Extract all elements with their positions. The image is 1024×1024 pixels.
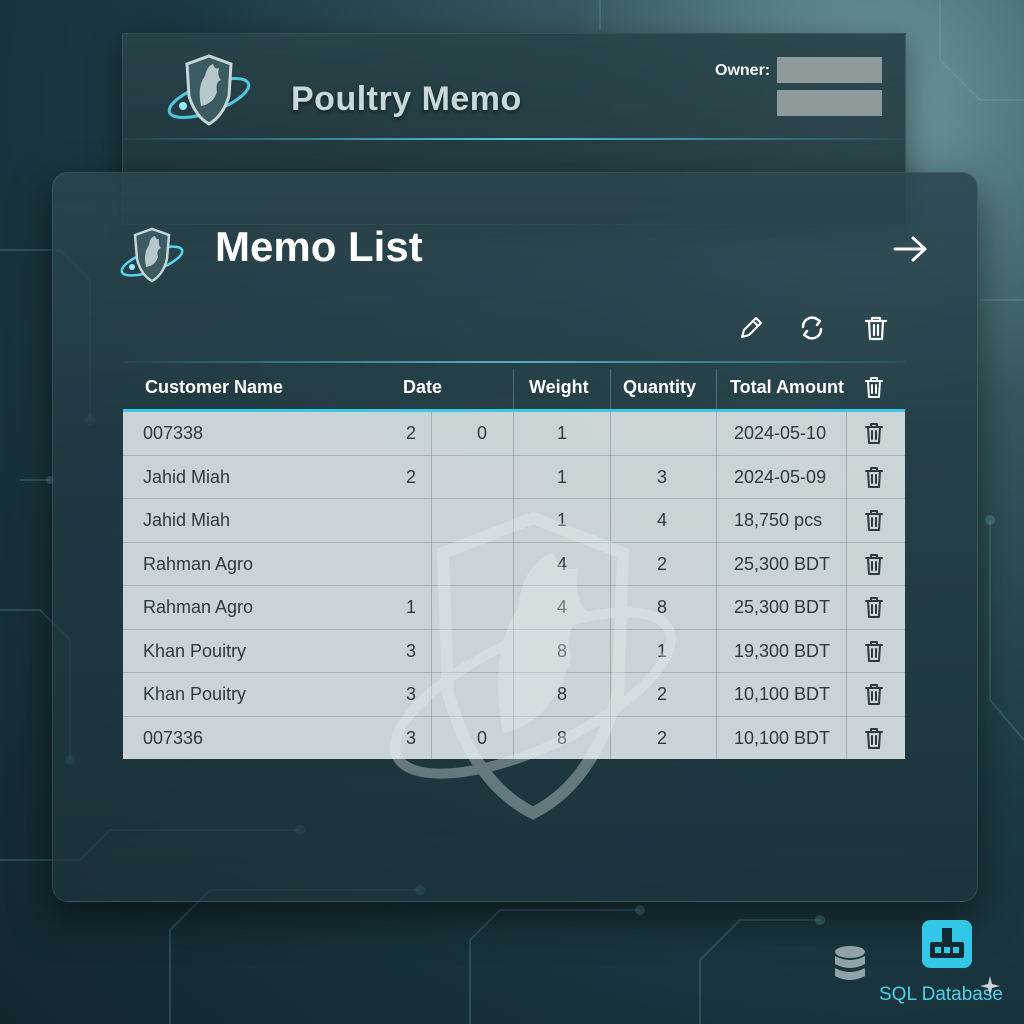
sparkle-icon bbox=[980, 976, 1000, 996]
total-amount-cell: 2024-05-10 bbox=[734, 423, 827, 443]
table-header: Customer Name Date Weight Quantity Total… bbox=[123, 363, 905, 412]
quantity-cell: 1 bbox=[657, 640, 668, 661]
total-amount-cell: 19,300 BDT bbox=[734, 640, 831, 661]
table-row[interactable]: 007338 2 0 1 2024-05-10 bbox=[123, 412, 905, 456]
date-cell: 2 bbox=[406, 466, 417, 487]
table-row[interactable]: Rahman Agro 1 4 8 25,300 BDT bbox=[123, 586, 905, 630]
date-cell: 2 bbox=[406, 423, 417, 443]
customer-name-cell: Khan Pouitry bbox=[143, 684, 247, 704]
owner-field[interactable] bbox=[777, 57, 882, 83]
weight-cell: 8 bbox=[557, 727, 568, 748]
trash-icon[interactable] bbox=[863, 595, 885, 619]
table-row[interactable]: Jahid Miah 1 4 18,750 pcs bbox=[123, 499, 905, 543]
trash-icon[interactable] bbox=[863, 726, 885, 750]
trash-icon[interactable] bbox=[863, 639, 885, 663]
table-row[interactable]: Khan Pouitry 3 8 1 19,300 BDT bbox=[123, 630, 905, 673]
quantity-cell: 4 bbox=[657, 510, 668, 530]
trash-icon[interactable] bbox=[863, 375, 885, 399]
total-amount-cell: 10,100 BDT bbox=[734, 727, 831, 748]
quantity-cell: 3 bbox=[657, 466, 668, 487]
trash-icon[interactable] bbox=[863, 465, 885, 489]
weight-cell: 1 bbox=[557, 423, 568, 443]
customer-name-cell: Rahman Agro bbox=[143, 597, 254, 617]
weight-cell: 1 bbox=[557, 510, 568, 530]
column-header[interactable]: Weight bbox=[529, 377, 589, 398]
total-amount-cell: 25,300 BDT bbox=[734, 553, 831, 574]
quantity-cell: 8 bbox=[657, 597, 668, 617]
customer-name-cell: Khan Pouitry bbox=[143, 640, 247, 661]
refresh-icon[interactable] bbox=[797, 313, 827, 343]
weight-cell: 4 bbox=[557, 553, 568, 574]
sql-database-icon[interactable] bbox=[920, 918, 974, 970]
customer-name-cell: 007336 bbox=[143, 727, 204, 748]
rooster-shield-logo-icon bbox=[167, 54, 251, 126]
app-title: Poultry Memo bbox=[291, 80, 522, 118]
pencil-icon[interactable] bbox=[736, 313, 766, 343]
rooster-shield-logo-icon bbox=[120, 227, 184, 283]
column-header[interactable]: Quantity bbox=[623, 377, 696, 398]
trash-icon[interactable] bbox=[863, 682, 885, 706]
date-cell: 0 bbox=[477, 423, 488, 443]
table-body: 007338 2 0 1 2024-05-10 Jahid Miah 2 1 3 2024-05-… bbox=[123, 412, 905, 759]
total-amount-cell: 10,100 BDT bbox=[734, 684, 831, 704]
weight-cell: 4 bbox=[557, 597, 568, 617]
weight-cell: 8 bbox=[557, 640, 568, 661]
table-row[interactable]: Jahid Miah 2 1 3 2024-05-09 bbox=[123, 456, 905, 499]
owner-field-secondary[interactable] bbox=[777, 90, 882, 116]
customer-name-cell: Jahid Miah bbox=[143, 466, 231, 487]
page-title: Memo List bbox=[215, 223, 423, 270]
header-divider bbox=[123, 138, 905, 140]
table-row[interactable]: Khan Pouitry 3 8 2 10,100 BDT bbox=[123, 673, 905, 717]
table-row[interactable]: Rahman Agro 4 2 25,300 BDT bbox=[123, 543, 905, 586]
column-header[interactable]: Total Amount bbox=[730, 377, 844, 398]
quantity-cell: 2 bbox=[657, 684, 668, 704]
total-amount-cell: 18,750 pcs bbox=[734, 510, 823, 530]
customer-name-cell: 007338 bbox=[143, 423, 204, 443]
column-header[interactable]: Customer Name bbox=[145, 377, 283, 398]
date-cell: 0 bbox=[477, 727, 488, 748]
column-header[interactable]: Date bbox=[403, 377, 442, 398]
date-cell: 3 bbox=[406, 640, 417, 661]
date-cell: 3 bbox=[406, 684, 417, 704]
owner-label: Owner: bbox=[715, 62, 771, 79]
database-icon bbox=[835, 946, 865, 980]
weight-cell: 1 bbox=[557, 466, 568, 487]
arrow-right-icon[interactable] bbox=[891, 233, 931, 265]
customer-name-cell: Jahid Miah bbox=[143, 510, 231, 530]
customer-name-cell: Rahman Agro bbox=[143, 553, 254, 574]
trash-icon[interactable] bbox=[863, 508, 885, 532]
trash-icon[interactable] bbox=[863, 552, 885, 576]
weight-cell: 8 bbox=[557, 684, 568, 704]
memo-list-panel: Memo List Customer Name Date Weight Quan… bbox=[52, 172, 978, 902]
total-amount-cell: 2024-05-09 bbox=[734, 466, 827, 487]
table-row[interactable]: 007336 3 0 8 2 10,100 BDT bbox=[123, 717, 905, 760]
date-cell: 1 bbox=[406, 597, 417, 617]
trash-icon[interactable] bbox=[861, 313, 891, 343]
quantity-cell: 2 bbox=[657, 553, 668, 574]
date-cell: 3 bbox=[406, 727, 417, 748]
trash-icon[interactable] bbox=[863, 421, 885, 445]
quantity-cell: 2 bbox=[657, 727, 668, 748]
total-amount-cell: 25,300 BDT bbox=[734, 597, 831, 617]
